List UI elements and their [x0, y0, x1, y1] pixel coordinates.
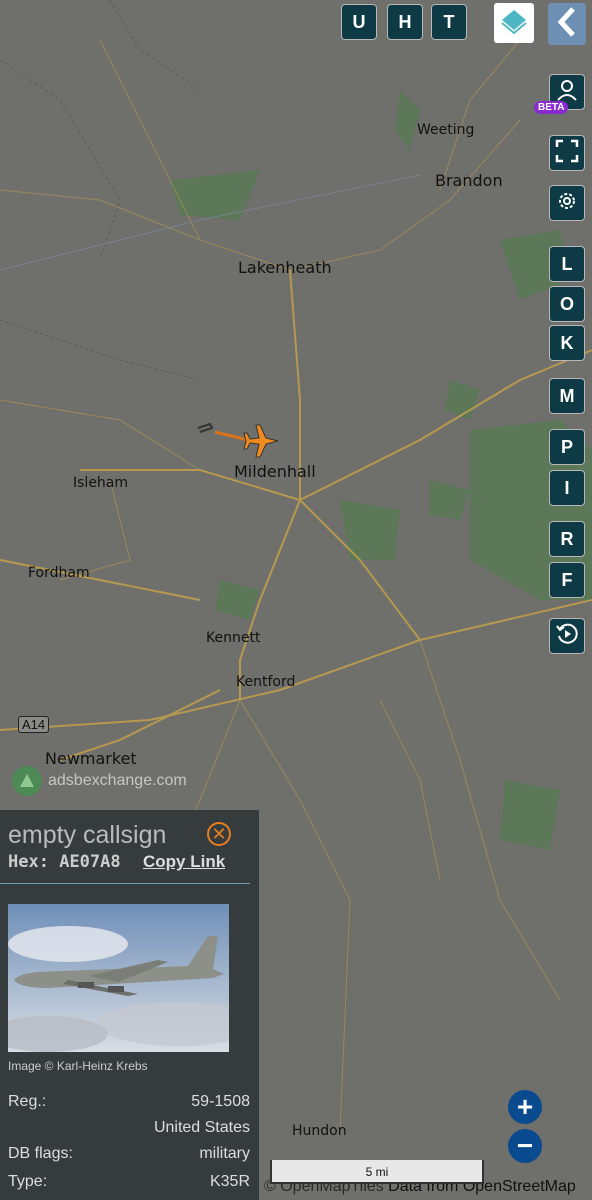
layers-icon [499, 6, 529, 41]
image-credit: Image © Karl-Heinz Krebs [8, 1059, 148, 1073]
country-value: United States [153, 1119, 250, 1136]
reg-value: 59-1508 [191, 1093, 250, 1110]
watermark: adsbexchange.com [12, 766, 187, 796]
aircraft-info-panel: empty callsign ✕ Hex: AE07A8 Copy Link I… [0, 810, 259, 1200]
settings-button[interactable] [550, 186, 584, 220]
hex-label: Hex: [8, 852, 49, 872]
adsbexchange-logo-icon [12, 766, 42, 796]
gear-icon [555, 189, 579, 218]
fullscreen-icon [555, 139, 579, 168]
place-label-brandon: Brandon [435, 171, 503, 190]
fullscreen-button[interactable] [550, 136, 584, 170]
db-flags-label: DB flags: [8, 1145, 73, 1162]
button-u[interactable]: U [342, 5, 376, 39]
place-label-fordham: Fordham [28, 565, 90, 581]
watermark-text: adsbexchange.com [48, 772, 187, 789]
copy-link[interactable]: Copy Link [143, 852, 225, 872]
place-label-kennett: Kennett [206, 630, 261, 646]
chevron-left-icon [555, 6, 579, 43]
button-o[interactable]: O [550, 287, 584, 321]
place-label-lakenheath: Lakenheath [238, 258, 332, 277]
place-label-isleham: Isleham [73, 475, 129, 491]
zoom-out-button[interactable]: − [508, 1129, 542, 1163]
db-flags-value: military [199, 1145, 250, 1162]
place-label-weeting: Weeting [417, 122, 475, 138]
button-h[interactable]: H [388, 5, 422, 39]
button-k[interactable]: K [550, 326, 584, 360]
layers-button[interactable] [494, 3, 534, 43]
beta-badge: BETA [534, 101, 569, 114]
aircraft-photo[interactable] [8, 904, 229, 1052]
button-r[interactable]: R [550, 522, 584, 556]
place-label-hundon: Hundon [292, 1123, 347, 1139]
type-value: K35R [209, 1173, 250, 1190]
hex-row: Hex: AE07A8 [8, 852, 121, 872]
back-button[interactable] [548, 3, 586, 45]
scale-bar: 5 mi [270, 1160, 484, 1184]
callsign: empty callsign [8, 821, 167, 849]
road-shield: A14 [18, 716, 50, 733]
divider [0, 883, 250, 884]
place-label-kentford: Kentford [236, 674, 296, 690]
hex-value: AE07A8 [59, 852, 121, 872]
button-t[interactable]: T [432, 5, 466, 39]
replay-button[interactable] [550, 619, 584, 653]
close-panel-button[interactable]: ✕ [207, 822, 231, 846]
type-label: Type: [8, 1173, 48, 1190]
replay-icon [555, 622, 579, 651]
button-m[interactable]: M [550, 379, 584, 413]
place-label-mildenhall: Mildenhall [234, 462, 316, 481]
reg-label: Reg.: [8, 1093, 47, 1110]
button-l[interactable]: L [550, 247, 584, 281]
button-i[interactable]: I [550, 471, 584, 505]
button-f[interactable]: F [550, 563, 584, 597]
button-p[interactable]: P [550, 430, 584, 464]
zoom-in-button[interactable]: + [508, 1090, 542, 1124]
close-icon: ✕ [211, 823, 227, 844]
